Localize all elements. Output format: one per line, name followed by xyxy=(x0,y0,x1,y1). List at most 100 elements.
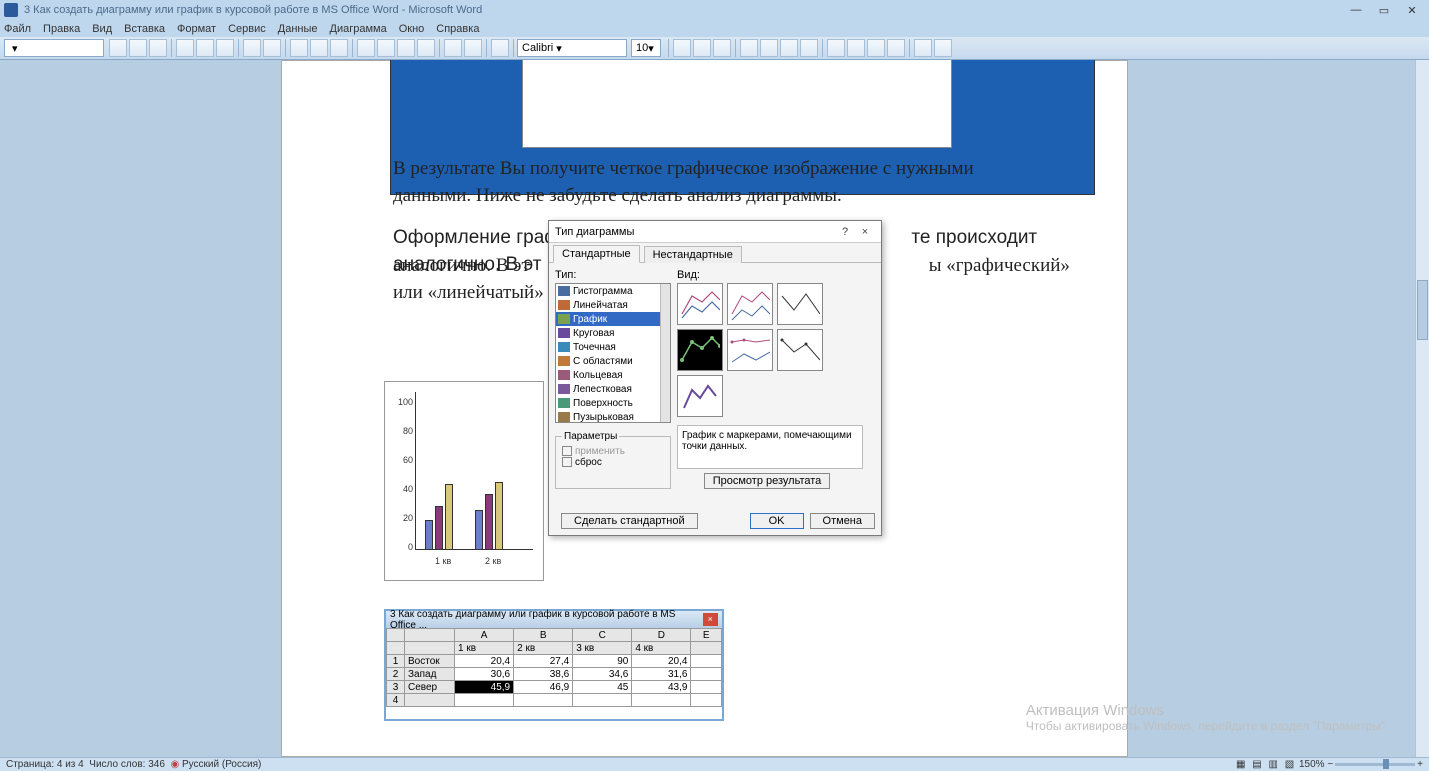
tb-ind1[interactable] xyxy=(914,39,932,57)
menu-window[interactable]: Окно xyxy=(399,23,425,35)
close-button[interactable]: ✕ xyxy=(1399,2,1425,18)
tab-custom[interactable]: Нестандартные xyxy=(644,246,742,263)
preview-result-button[interactable]: Просмотр результата xyxy=(704,473,831,489)
tb-000[interactable] xyxy=(847,39,865,57)
cancel-button[interactable]: Отмена xyxy=(810,513,875,529)
tb-align-r[interactable] xyxy=(780,39,798,57)
tb-copy[interactable] xyxy=(196,39,214,57)
checkbox-reset[interactable] xyxy=(562,457,572,467)
type-list[interactable]: Гистограмма Линейчатая График Круговая Т… xyxy=(555,283,671,423)
paragraph-1: В результате Вы получите четкое графичес… xyxy=(393,156,1033,209)
subtype-4[interactable] xyxy=(677,329,723,371)
tb-redo[interactable] xyxy=(263,39,281,57)
menu-data[interactable]: Данные xyxy=(278,23,318,35)
status-lang[interactable]: Русский (Россия) xyxy=(182,759,261,770)
tb-pic[interactable] xyxy=(330,39,348,57)
subtype-1[interactable] xyxy=(677,283,723,325)
type-line: График xyxy=(556,312,670,326)
tb-new[interactable] xyxy=(109,39,127,57)
menu-insert[interactable]: Вставка xyxy=(124,23,165,35)
subtype-6[interactable] xyxy=(777,329,823,371)
tb-paste[interactable] xyxy=(216,39,234,57)
type-label: Тип: xyxy=(555,269,671,281)
style-combo[interactable]: ▾ xyxy=(4,39,104,57)
tb-color[interactable] xyxy=(444,39,462,57)
tb-help[interactable] xyxy=(491,39,509,57)
datasheet-title[interactable]: 3 Как создать диаграмму или график в кур… xyxy=(386,611,722,628)
minimize-button[interactable]: — xyxy=(1343,2,1369,18)
datasheet-close[interactable]: × xyxy=(703,613,718,626)
menu-bar: Файл Правка Вид Вставка Формат Сервис Да… xyxy=(0,20,1429,37)
status-words: Число слов: 346 xyxy=(89,759,165,770)
tb-list4[interactable] xyxy=(417,39,435,57)
chart-type-dialog[interactable]: Тип диаграммы ? × Стандартные Нестандарт… xyxy=(548,220,882,536)
dialog-close-button[interactable]: × xyxy=(855,226,875,238)
size-combo[interactable]: 10▾ xyxy=(631,39,661,57)
type-radar: Лепестковая xyxy=(556,382,670,396)
tb-under[interactable] xyxy=(713,39,731,57)
tb-draw[interactable] xyxy=(464,39,482,57)
tb-ind2[interactable] xyxy=(934,39,952,57)
subtype-7[interactable] xyxy=(677,375,723,417)
tb-align-j[interactable] xyxy=(800,39,818,57)
tb-dec1[interactable] xyxy=(867,39,885,57)
tb-cut[interactable] xyxy=(176,39,194,57)
tb-italic[interactable] xyxy=(693,39,711,57)
dialog-titlebar[interactable]: Тип диаграммы ? × xyxy=(549,221,881,243)
tb-list1[interactable] xyxy=(357,39,375,57)
dialog-title: Тип диаграммы xyxy=(555,226,634,238)
menu-chart[interactable]: Диаграмма xyxy=(330,23,387,35)
tb-save[interactable] xyxy=(149,39,167,57)
menu-help[interactable]: Справка xyxy=(436,23,479,35)
tb-undo[interactable] xyxy=(243,39,261,57)
ok-button[interactable]: OK xyxy=(750,513,804,529)
tb-bold[interactable] xyxy=(673,39,691,57)
tb-list3[interactable] xyxy=(397,39,415,57)
subtype-description: График с маркерами, помечающими точки да… xyxy=(677,425,863,469)
status-page: Страница: 4 из 4 xyxy=(6,759,84,770)
toolbar: ▾ Calibri ▾ 10▾ xyxy=(0,37,1429,60)
type-scrollbar[interactable] xyxy=(660,284,670,422)
dialog-help-button[interactable]: ? xyxy=(835,226,855,238)
datasheet-grid[interactable]: AB CD E 1 кв 2 кв 3 кв 4 кв 1 Восток 20,… xyxy=(386,628,722,707)
make-default-button[interactable]: Сделать стандартной xyxy=(561,513,698,529)
activation-watermark: Активация Windows Чтобы активировать Win… xyxy=(1026,702,1385,733)
subtype-5[interactable] xyxy=(727,329,773,371)
type-scatter: Точечная xyxy=(556,340,670,354)
params-fieldset: Параметры применить сброс xyxy=(555,431,671,489)
font-combo[interactable]: Calibri ▾ xyxy=(517,39,627,57)
tb-open[interactable] xyxy=(129,39,147,57)
status-bar: Страница: 4 из 4 Число слов: 346 ◉ Русск… xyxy=(0,757,1429,771)
bar-chart: 0 20 40 60 80 100 1 кв 2 кв xyxy=(384,381,544,581)
maximize-button[interactable]: ▭ xyxy=(1371,2,1397,18)
title-bar: 3 Как создать диаграмму или график в кур… xyxy=(0,0,1429,20)
menu-tools[interactable]: Сервис xyxy=(228,23,266,35)
word-icon xyxy=(4,3,18,17)
menu-view[interactable]: Вид xyxy=(92,23,112,35)
type-surface: Поверхность xyxy=(556,396,670,410)
zoom-slider[interactable]: −+ xyxy=(1327,759,1423,770)
tb-list2[interactable] xyxy=(377,39,395,57)
lang-icon: ◉ xyxy=(170,759,179,770)
subtype-3[interactable] xyxy=(777,283,823,325)
scroll-thumb[interactable] xyxy=(1417,280,1428,340)
tb-chart[interactable] xyxy=(310,39,328,57)
view-buttons[interactable]: ▦ ▤ ▥ ▧ xyxy=(1236,759,1296,770)
tab-standard[interactable]: Стандартные xyxy=(553,245,640,263)
tb-dec2[interactable] xyxy=(887,39,905,57)
subtype-grid xyxy=(677,283,863,417)
tb-align-l[interactable] xyxy=(740,39,758,57)
type-doughnut: Кольцевая xyxy=(556,368,670,382)
tb-align-c[interactable] xyxy=(760,39,778,57)
type-bar: Линейчатая xyxy=(556,298,670,312)
subtype-2[interactable] xyxy=(727,283,773,325)
type-bubble: Пузырьковая xyxy=(556,410,670,423)
menu-file[interactable]: Файл xyxy=(4,23,31,35)
tb-pct[interactable] xyxy=(827,39,845,57)
tb-table[interactable] xyxy=(290,39,308,57)
vertical-scrollbar[interactable] xyxy=(1415,60,1429,757)
menu-edit[interactable]: Правка xyxy=(43,23,80,35)
checkbox-apply[interactable] xyxy=(562,446,572,456)
menu-format[interactable]: Формат xyxy=(177,23,216,35)
datasheet-window[interactable]: 3 Как создать диаграмму или график в кур… xyxy=(384,609,724,721)
